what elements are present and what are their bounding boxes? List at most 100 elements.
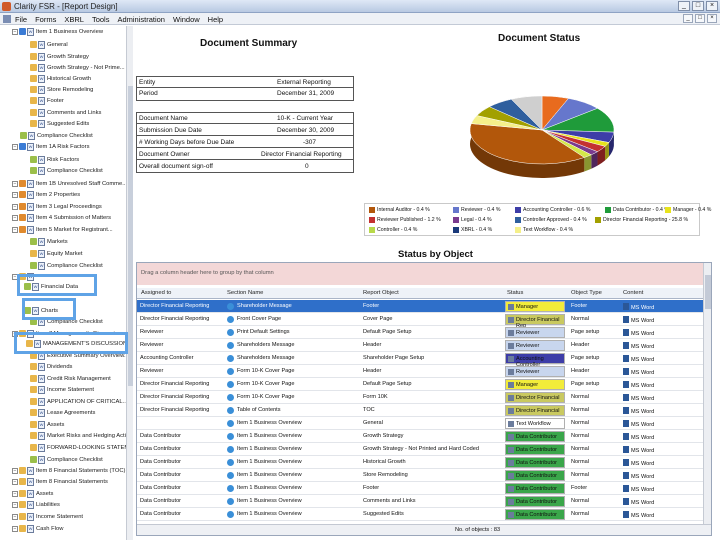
tree-item[interactable]: W Footer	[30, 95, 64, 106]
table-row[interactable]: Director Financial Reporting Front Cover …	[137, 313, 711, 329]
tree-item[interactable]: − W Item 1A Risk Factors	[12, 141, 89, 152]
table-row[interactable]: Data Contributor Item 1 Business Overview…	[137, 456, 711, 469]
cell-report-object: Growth Strategy	[363, 433, 404, 439]
menu-item[interactable]: Administration	[117, 15, 165, 24]
tree-item[interactable]: W Lease Agreements	[30, 407, 95, 418]
tree-item[interactable]: W Markets	[30, 236, 68, 247]
summary-value: External Reporting	[277, 79, 331, 86]
tree-item[interactable]: W Compliance Checklist	[30, 454, 103, 465]
menu-item[interactable]: Help	[208, 15, 223, 24]
tree-item[interactable]: W Compliance Checklist	[30, 165, 103, 176]
table-row[interactable]: Data Contributor Item 1 Business Overview…	[137, 430, 711, 443]
column-header-section[interactable]: Section Name	[227, 290, 263, 296]
tree-item[interactable]: W Market Risks and Hedging Acti...	[30, 430, 127, 441]
menu-item[interactable]: Tools	[92, 15, 110, 24]
column-header-report-object[interactable]: Report Object	[363, 290, 399, 296]
expand-toggle-icon[interactable]: −	[12, 143, 18, 150]
table-row[interactable]: Data Contributor Item 1 Business Overview…	[137, 482, 711, 495]
tree-item[interactable]: − W Item 2 Properties	[12, 189, 80, 200]
tree-item[interactable]: W APPLICATION OF CRITICAL...	[30, 396, 127, 407]
status-icon	[30, 167, 37, 174]
tree-item[interactable]: − W Item 1 Business Overview	[12, 26, 103, 37]
tree-item[interactable]: W General	[30, 39, 68, 50]
tree-item[interactable]: W FORWARD-LOOKING STATEM...	[30, 442, 127, 453]
tree-item[interactable]: − W Item 5 Market for Registrant...	[12, 224, 113, 235]
table-row[interactable]: Reviewer Print Default Settings Default Pa…	[137, 326, 711, 339]
summary-value: -307	[303, 139, 317, 146]
tree-scroll-thumb[interactable]	[128, 86, 133, 386]
tree-scrollbar[interactable]	[126, 26, 133, 540]
table-row[interactable]: Item 1 Business Overview General Text Work…	[137, 417, 711, 430]
tree-item[interactable]: − W Liabilities	[12, 499, 60, 510]
doc-minimize-button[interactable]: _	[683, 14, 693, 23]
tree-item[interactable]: W Comments and Links	[30, 107, 101, 118]
tree-item-label: Item 1B Unresolved Staff Comme...	[36, 180, 128, 187]
column-header-object-type[interactable]: Object Type	[571, 290, 602, 296]
table-row[interactable]: Data Contributor Item 1 Business Overview…	[137, 469, 711, 482]
tree-item[interactable]: W Growth Strategy - Not Prime...	[30, 62, 125, 73]
expand-toggle-icon[interactable]: −	[12, 28, 18, 35]
legend-label: Internal Auditor - 0.4 %	[377, 207, 430, 213]
tree-item[interactable]: W Compliance Checklist	[30, 260, 103, 271]
tree-item[interactable]: W Risk Factors	[30, 154, 79, 165]
table-row[interactable]: Reviewer Form 10-K Cover Page Header Review…	[137, 365, 711, 378]
menu-item[interactable]: Forms	[35, 15, 56, 24]
tree-item[interactable]: W Store Remodeling	[30, 84, 93, 95]
expand-toggle-icon[interactable]: −	[12, 478, 18, 485]
tree-item[interactable]: − W Item 8 Financial Statements	[12, 476, 108, 487]
tree-item[interactable]: − W Income Statement	[12, 511, 83, 522]
tree-item[interactable]: W Credit Risk Management	[30, 373, 111, 384]
doc-restore-button[interactable]: □	[695, 14, 705, 23]
tree-item[interactable]: − W Assets	[12, 488, 53, 499]
tree-item[interactable]: − W Cash Flow	[12, 523, 63, 534]
table-row[interactable]: Data Contributor Item 1 Business Overview…	[137, 443, 711, 456]
status-grid[interactable]: Drag a column header here to group by th…	[136, 262, 712, 536]
table-row[interactable]: Director Financial Reporting Shareholder …	[137, 300, 711, 313]
expand-toggle-icon[interactable]: −	[12, 501, 18, 508]
tree-item[interactable]: W Equity Market	[30, 248, 82, 259]
doc-close-button[interactable]: ×	[707, 14, 717, 23]
group-by-bar[interactable]: Drag a column header here to group by th…	[137, 263, 711, 285]
status-person-icon	[508, 473, 514, 479]
table-row[interactable]: Accounting Controller Shareholders Messag…	[137, 352, 711, 368]
tree-item[interactable]: W Historical Growth	[30, 73, 91, 84]
tree-item[interactable]: W Growth Strategy	[30, 51, 89, 62]
tree-item[interactable]: − W Item 1B Unresolved Staff Comme...	[12, 178, 127, 189]
tree-item[interactable]: W Compliance Checklist	[20, 130, 93, 141]
legend-item: Text Workflow - 0.4 %	[515, 227, 573, 233]
tree-item[interactable]: W Assets	[30, 419, 64, 430]
close-button[interactable]: ×	[706, 1, 718, 11]
table-row[interactable]: Director Financial Reporting Form 10-K Co…	[137, 378, 711, 391]
menu-item[interactable]: XBRL	[64, 15, 84, 24]
tree-item[interactable]: − W Item 4 Submission of Matters	[12, 212, 111, 223]
expand-toggle-icon[interactable]: −	[12, 467, 18, 474]
column-header-content[interactable]: Content	[623, 290, 643, 296]
column-header-status[interactable]: Status	[507, 290, 523, 296]
menu-item[interactable]: File	[15, 15, 27, 24]
expand-toggle-icon[interactable]: −	[12, 513, 18, 520]
table-row[interactable]: Director Financial Reporting Table of Con…	[137, 404, 711, 417]
expand-toggle-icon[interactable]: −	[12, 525, 18, 532]
tree-item[interactable]: W Income Statement	[30, 384, 94, 395]
tree-item[interactable]: W Dividends	[30, 361, 72, 372]
expand-toggle-icon[interactable]: −	[12, 191, 18, 198]
cell-assigned: Director Financial Reporting	[140, 407, 210, 413]
table-row[interactable]: Director Financial Reporting Form 10-K Co…	[137, 391, 711, 404]
tree-item[interactable]: W Suggested Edits	[30, 118, 89, 129]
grid-scroll-thumb[interactable]	[705, 275, 711, 309]
expand-toggle-icon[interactable]: −	[12, 203, 18, 210]
table-row[interactable]: Reviewer Shareholders Message Header Review…	[137, 339, 711, 352]
expand-toggle-icon[interactable]: −	[12, 490, 18, 497]
maximize-button[interactable]: □	[692, 1, 704, 11]
grid-scrollbar[interactable]	[703, 263, 711, 524]
minimize-button[interactable]: _	[678, 1, 690, 11]
menu-item[interactable]: Window	[173, 15, 200, 24]
table-row[interactable]: Data Contributor Item 1 Business Overview…	[137, 508, 711, 521]
expand-toggle-icon[interactable]: −	[12, 214, 18, 221]
expand-toggle-icon[interactable]: −	[12, 180, 18, 187]
expand-toggle-icon[interactable]: −	[12, 226, 18, 233]
column-header-assigned[interactable]: Assigned to	[141, 290, 171, 296]
tree-item[interactable]: − W Item 3 Legal Proceedings	[12, 201, 102, 212]
tree-item[interactable]: − W Item 8 Financial Statements (TOC)	[12, 465, 125, 476]
table-row[interactable]: Data Contributor Item 1 Business Overview…	[137, 495, 711, 508]
